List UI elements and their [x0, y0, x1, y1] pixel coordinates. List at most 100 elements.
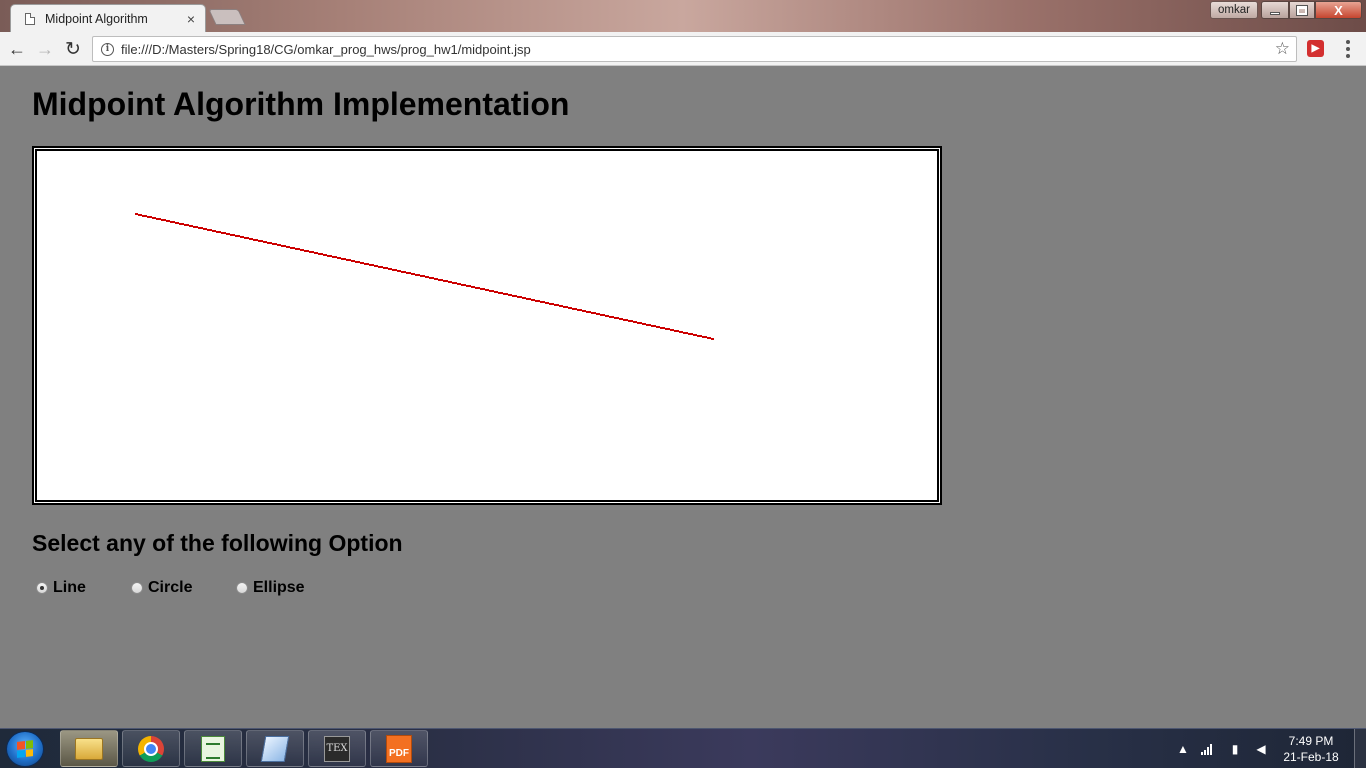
forward-button[interactable]: → [33, 37, 57, 61]
line-pixel [251, 238, 252, 240]
radio-line[interactable] [36, 582, 48, 594]
line-pixel [611, 316, 612, 318]
taskbar-windows-explorer[interactable] [60, 730, 118, 767]
system-clock[interactable]: 7:49 PM 21-Feb-18 [1276, 733, 1346, 765]
line-pixel [704, 336, 705, 338]
taskbar-google-chrome[interactable] [122, 730, 180, 767]
line-pixel [458, 283, 459, 285]
show-desktop-button[interactable] [1354, 729, 1366, 768]
line-pixel [154, 217, 155, 219]
line-pixel [556, 304, 557, 306]
radio-ellipse[interactable] [236, 582, 248, 594]
power-icon[interactable]: ▮ [1227, 742, 1243, 756]
line-pixel [396, 269, 397, 271]
line-pixel [496, 291, 497, 293]
line-pixel [207, 229, 208, 231]
line-pixel [407, 272, 408, 274]
network-signal-icon[interactable] [1201, 743, 1217, 755]
radio-option-circle[interactable]: Circle [131, 579, 192, 597]
radio-option-ellipse[interactable]: Ellipse [236, 579, 305, 597]
url-text[interactable]: file:///D:/Masters/Spring18/CG/omkar_pro… [121, 42, 1275, 57]
volume-muted-icon[interactable]: ◀ [1253, 742, 1269, 756]
line-pixel [487, 289, 488, 291]
info-icon[interactable]: i [101, 42, 114, 56]
profile-button[interactable]: omkar [1210, 1, 1258, 19]
radio-circle[interactable] [131, 582, 143, 594]
start-button[interactable] [6, 731, 44, 767]
line-pixel [518, 296, 519, 298]
line-pixel [200, 227, 201, 229]
show-hidden-icons-icon[interactable]: ▲ [1175, 742, 1191, 756]
taskbar-documents[interactable] [246, 730, 304, 767]
line-pixel [475, 287, 476, 289]
line-pixel [559, 305, 560, 307]
maximize-button[interactable] [1289, 1, 1315, 19]
line-pixel [446, 280, 447, 282]
minimize-button[interactable] [1261, 1, 1289, 19]
line-pixel [560, 305, 561, 307]
line-pixel [634, 321, 635, 323]
taskbar-foxit-pdf[interactable]: PDF [370, 730, 428, 767]
texmaker-icon: TEX [324, 735, 350, 762]
line-pixel [456, 282, 457, 284]
line-pixel [283, 245, 284, 247]
line-pixel [483, 288, 484, 290]
address-bar[interactable]: i file:///D:/Masters/Spring18/CG/omkar_p… [92, 36, 1297, 62]
browser-menu-button[interactable] [1338, 38, 1358, 60]
line-pixel [430, 277, 431, 279]
line-pixel [294, 247, 295, 249]
line-pixel [700, 335, 701, 337]
line-pixel [255, 239, 256, 241]
line-pixel [416, 274, 417, 276]
line-pixel [400, 270, 401, 272]
bookmark-star-icon[interactable]: ☆ [1275, 39, 1290, 59]
radio-option-line[interactable]: Line [36, 579, 86, 597]
back-button[interactable]: ← [5, 37, 29, 61]
minimize-icon [1270, 11, 1280, 15]
line-pixel [529, 298, 530, 300]
line-pixel [604, 314, 605, 316]
close-window-button[interactable]: X [1315, 1, 1362, 19]
line-pixel [398, 270, 399, 272]
line-pixel [220, 231, 221, 233]
line-pixel [706, 336, 707, 338]
line-pixel [314, 252, 315, 254]
line-pixel [590, 311, 591, 313]
line-pixel [580, 309, 581, 311]
line-pixel [530, 298, 531, 300]
line-pixel [403, 271, 404, 273]
extension-icon[interactable]: ▶ [1307, 40, 1324, 57]
tab-midpoint-algorithm[interactable]: Midpoint Algorithm × [10, 4, 206, 32]
line-pixel [258, 240, 259, 242]
taskbar-notepad-plus-plus[interactable] [184, 730, 242, 767]
browser-title-bar: Midpoint Algorithm × omkar X [0, 0, 1366, 32]
line-pixel [412, 273, 413, 275]
line-pixel [272, 243, 273, 245]
line-pixel [514, 295, 515, 297]
line-pixel [144, 215, 145, 217]
taskbar-texmaker[interactable]: TEX [308, 730, 366, 767]
play-icon: ▶ [1311, 43, 1320, 54]
line-pixel [600, 314, 601, 316]
line-pixel [657, 326, 658, 328]
new-tab-button[interactable] [208, 9, 246, 25]
line-pixel [361, 262, 362, 264]
line-pixel [202, 227, 203, 229]
tab-close-icon[interactable]: × [187, 11, 195, 27]
line-pixel [276, 243, 277, 245]
line-pixel [391, 268, 392, 270]
line-pixel [623, 319, 624, 321]
notepad-icon [201, 735, 225, 762]
reload-button[interactable]: ↻ [61, 37, 85, 61]
line-pixel [690, 333, 691, 335]
line-pixel [187, 224, 188, 226]
line-pixel [552, 303, 553, 305]
line-pixel [648, 324, 649, 326]
line-pixel [592, 312, 593, 314]
line-pixel [449, 281, 450, 283]
drawing-canvas[interactable] [35, 149, 939, 502]
line-pixel [191, 225, 192, 227]
line-pixel [260, 240, 261, 242]
line-pixel [566, 306, 567, 308]
line-pixel [433, 277, 434, 279]
